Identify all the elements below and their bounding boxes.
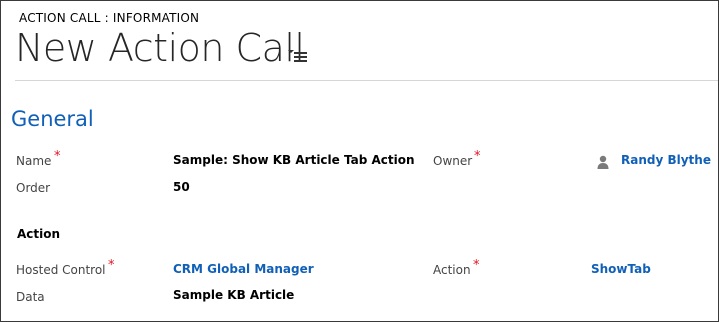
required-mark: * — [473, 258, 480, 273]
data-label: Data — [16, 290, 45, 304]
hosted-control-label-text: Hosted Control — [16, 263, 106, 277]
order-value[interactable]: 50 — [173, 180, 190, 194]
hosted-control-label: Hosted Control * — [16, 259, 115, 277]
dropdown-list-icon[interactable] — [288, 47, 308, 63]
name-label: Name * — [16, 150, 61, 168]
order-label: Order — [16, 181, 51, 195]
name-label-text: Name — [16, 154, 52, 168]
form-header: ACTION CALL : INFORMATION New Action Cal… — [1, 1, 718, 80]
entity-form-label: ACTION CALL : INFORMATION — [19, 11, 200, 25]
owner-label: Owner * — [433, 150, 481, 168]
required-mark: * — [54, 149, 61, 164]
owner-link[interactable]: Randy Blythe — [621, 153, 711, 167]
form-frame: ACTION CALL : INFORMATION New Action Cal… — [0, 0, 719, 322]
hosted-control-link[interactable]: CRM Global Manager — [173, 262, 314, 276]
page-title: New Action Call — [15, 26, 305, 70]
action-label-text: Action — [433, 263, 471, 277]
required-mark: * — [108, 258, 115, 273]
action-label: Action * — [433, 259, 480, 277]
header-divider — [15, 80, 718, 81]
user-icon — [597, 154, 609, 169]
owner-label-text: Owner — [433, 154, 473, 168]
section-title-action: Action — [17, 227, 61, 241]
action-link[interactable]: ShowTab — [591, 262, 651, 276]
required-mark: * — [474, 149, 481, 164]
data-value[interactable]: Sample KB Article — [173, 288, 294, 302]
name-value[interactable]: Sample: Show KB Article Tab Action — [173, 153, 415, 167]
section-title-general: General — [11, 107, 94, 131]
